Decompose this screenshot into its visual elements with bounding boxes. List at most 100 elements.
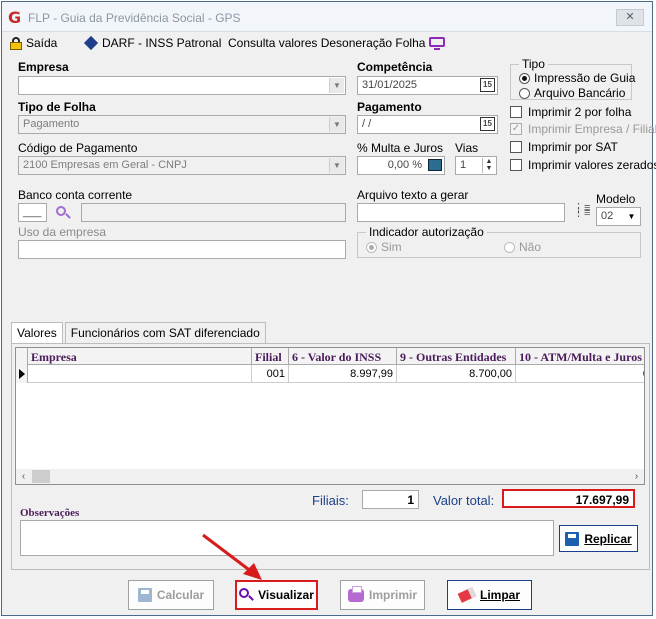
modelo-select[interactable]: 02 ▼: [596, 207, 641, 226]
tab-valores[interactable]: Valores: [11, 322, 63, 344]
replicar-button[interactable]: Replicar: [559, 525, 638, 552]
col-empresa[interactable]: Empresa: [28, 348, 252, 365]
pagamento-value: / /: [362, 118, 372, 130]
scroll-thumb[interactable]: [32, 470, 50, 483]
folder-tree-icon[interactable]: ⋮≡ ⋮≡: [573, 203, 590, 219]
visualizar-label: Visualizar: [258, 588, 314, 602]
autorizacao-option-nao[interactable]: Não: [504, 240, 541, 254]
tab-funcionarios-sat[interactable]: Funcionários com SAT diferenciado: [64, 322, 266, 343]
banco-name-field: [81, 203, 346, 222]
horizontal-scrollbar[interactable]: ‹ ›: [16, 469, 644, 484]
tipo-folha-value: Pagamento: [23, 118, 80, 130]
checkbox-por-sat[interactable]: Imprimir por SAT: [510, 140, 618, 154]
spin-arrows-icon[interactable]: ▲ ▼: [482, 158, 495, 173]
autorizacao-option-label: Não: [519, 240, 542, 254]
tipo-folha-select[interactable]: Pagamento ▼: [18, 115, 346, 134]
printer-icon: [347, 585, 364, 602]
visualizar-button[interactable]: Visualizar: [235, 580, 318, 610]
competencia-field[interactable]: 31/01/2025 15: [357, 76, 498, 95]
valor-total-value: 17.697,99: [575, 493, 629, 507]
col-inss[interactable]: 6 - Valor do INSS: [289, 348, 397, 365]
checkbox-2-por-folha[interactable]: Imprimir 2 por folha: [510, 105, 631, 119]
chevron-down-icon[interactable]: ▼: [329, 158, 344, 173]
cell-inss[interactable]: 8.997,99: [289, 365, 397, 383]
chevron-down-icon[interactable]: ▼: [624, 209, 639, 224]
observacoes-textarea[interactable]: [20, 520, 554, 556]
observacoes-label: Observações: [20, 507, 80, 519]
search-icon[interactable]: [56, 206, 71, 220]
grid-header: Empresa Filial 6 - Valor do INSS 9 - Out…: [28, 348, 644, 365]
vias-value: 1: [460, 159, 467, 171]
empresa-select[interactable]: ▼: [18, 76, 346, 95]
tipo-option-label: Impressão de Guia: [534, 71, 636, 85]
col-filial[interactable]: Filial: [252, 348, 289, 365]
darf-menu-item[interactable]: DARF - INSS Patronal: [83, 35, 222, 51]
pagamento-field[interactable]: / / 15: [357, 115, 498, 134]
autorizacao-title: Indicador autorização: [366, 225, 487, 239]
banco-code-field[interactable]: ___: [18, 203, 47, 222]
tab-strip: Valores Funcionários com SAT diferenciad…: [11, 322, 268, 344]
chevron-down-icon[interactable]: ▼: [329, 117, 344, 132]
valores-grid[interactable]: Empresa Filial 6 - Valor do INSS 9 - Out…: [15, 347, 645, 485]
checkbox-empresa-filial[interactable]: ✓ Imprimir Empresa / Filial: [510, 122, 656, 136]
checkbox-label: Imprimir valores zerados: [528, 158, 656, 172]
checkbox-label: Imprimir Empresa / Filial: [528, 122, 656, 136]
calendar-icon[interactable]: 15: [480, 78, 495, 92]
codigo-select[interactable]: 2100 Empresas em Geral - CNPJ ▼: [18, 156, 346, 175]
arquivo-field[interactable]: [357, 203, 565, 222]
window-title: FLP - Guia da Previdência Social - GPS: [28, 11, 241, 25]
calendar-icon[interactable]: 15: [480, 117, 495, 131]
uso-label: Uso da empresa: [18, 225, 107, 239]
checkbox-checked-icon: ✓: [510, 123, 522, 135]
consulta-menu-item[interactable]: Consulta valores Desoneração Folha: [228, 36, 446, 50]
checkbox-label: Imprimir 2 por folha: [528, 105, 632, 119]
cell-empresa[interactable]: [28, 365, 252, 383]
tipo-option-label: Arquivo Bancário: [534, 86, 626, 100]
valor-total-label: Valor total:: [433, 493, 495, 508]
save-icon: [565, 531, 580, 546]
radio-icon: [504, 241, 515, 253]
imprimir-label: Imprimir: [368, 588, 417, 602]
exit-label: Saída: [26, 36, 58, 50]
arquivo-label: Arquivo texto a gerar: [357, 188, 469, 202]
calculator-icon[interactable]: [428, 159, 442, 171]
limpar-button[interactable]: Limpar: [447, 580, 532, 610]
cell-outras[interactable]: 8.700,00: [397, 365, 516, 383]
modelo-value: 02: [601, 210, 614, 222]
uso-field[interactable]: [18, 240, 346, 259]
chevron-left-icon[interactable]: ‹: [16, 469, 31, 484]
radio-selected-icon: [519, 72, 530, 84]
tipo-group: Tipo Impressão de Guia Arquivo Bancário: [510, 57, 635, 100]
cell-filial[interactable]: 001: [252, 365, 289, 383]
close-button[interactable]: ✕: [616, 9, 644, 26]
tipo-folha-label: Tipo de Folha: [18, 100, 96, 114]
chevron-down-icon[interactable]: ▼: [329, 78, 344, 93]
imprimir-button[interactable]: Imprimir: [340, 580, 425, 610]
calcular-button[interactable]: Calcular: [128, 580, 214, 610]
table-row[interactable]: 001 8.997,99 8.700,00 0,: [28, 365, 644, 383]
banco-label: Banco conta corrente: [18, 188, 133, 202]
title-bar: G FLP - Guia da Previdência Social - GPS…: [2, 2, 652, 32]
exit-menu-item[interactable]: Saída: [10, 36, 57, 50]
chevron-right-icon[interactable]: ›: [629, 469, 644, 484]
consulta-label: Consulta valores Desoneração Folha: [228, 36, 426, 50]
limpar-label: Limpar: [479, 588, 520, 602]
col-atm[interactable]: 10 - ATM/Multa e Juros: [516, 348, 644, 365]
tipo-option-impressao[interactable]: Impressão de Guia: [519, 71, 635, 85]
checkbox-icon: [510, 106, 522, 118]
autorizacao-option-sim[interactable]: Sim: [366, 240, 402, 254]
filiais-field: 1: [362, 490, 419, 509]
vias-stepper[interactable]: 1 ▲ ▼: [455, 156, 497, 175]
col-outras[interactable]: 9 - Outras Entidades: [397, 348, 516, 365]
eraser-icon: [457, 587, 477, 603]
valor-total-field: 17.697,99: [502, 489, 635, 508]
cell-atm[interactable]: 0,: [516, 365, 644, 383]
filiais-value: 1: [407, 493, 414, 507]
checkbox-valores-zerados[interactable]: Imprimir valores zerados: [510, 158, 656, 172]
tipo-option-arquivo[interactable]: Arquivo Bancário: [519, 86, 625, 100]
multa-field[interactable]: 0,00 %: [357, 156, 445, 175]
replicar-label: Replicar: [584, 531, 632, 546]
checkbox-icon: [510, 159, 522, 171]
menu-bar: Saída DARF - INSS Patronal Consulta valo…: [2, 32, 652, 54]
darf-label: DARF - INSS Patronal: [102, 36, 222, 50]
